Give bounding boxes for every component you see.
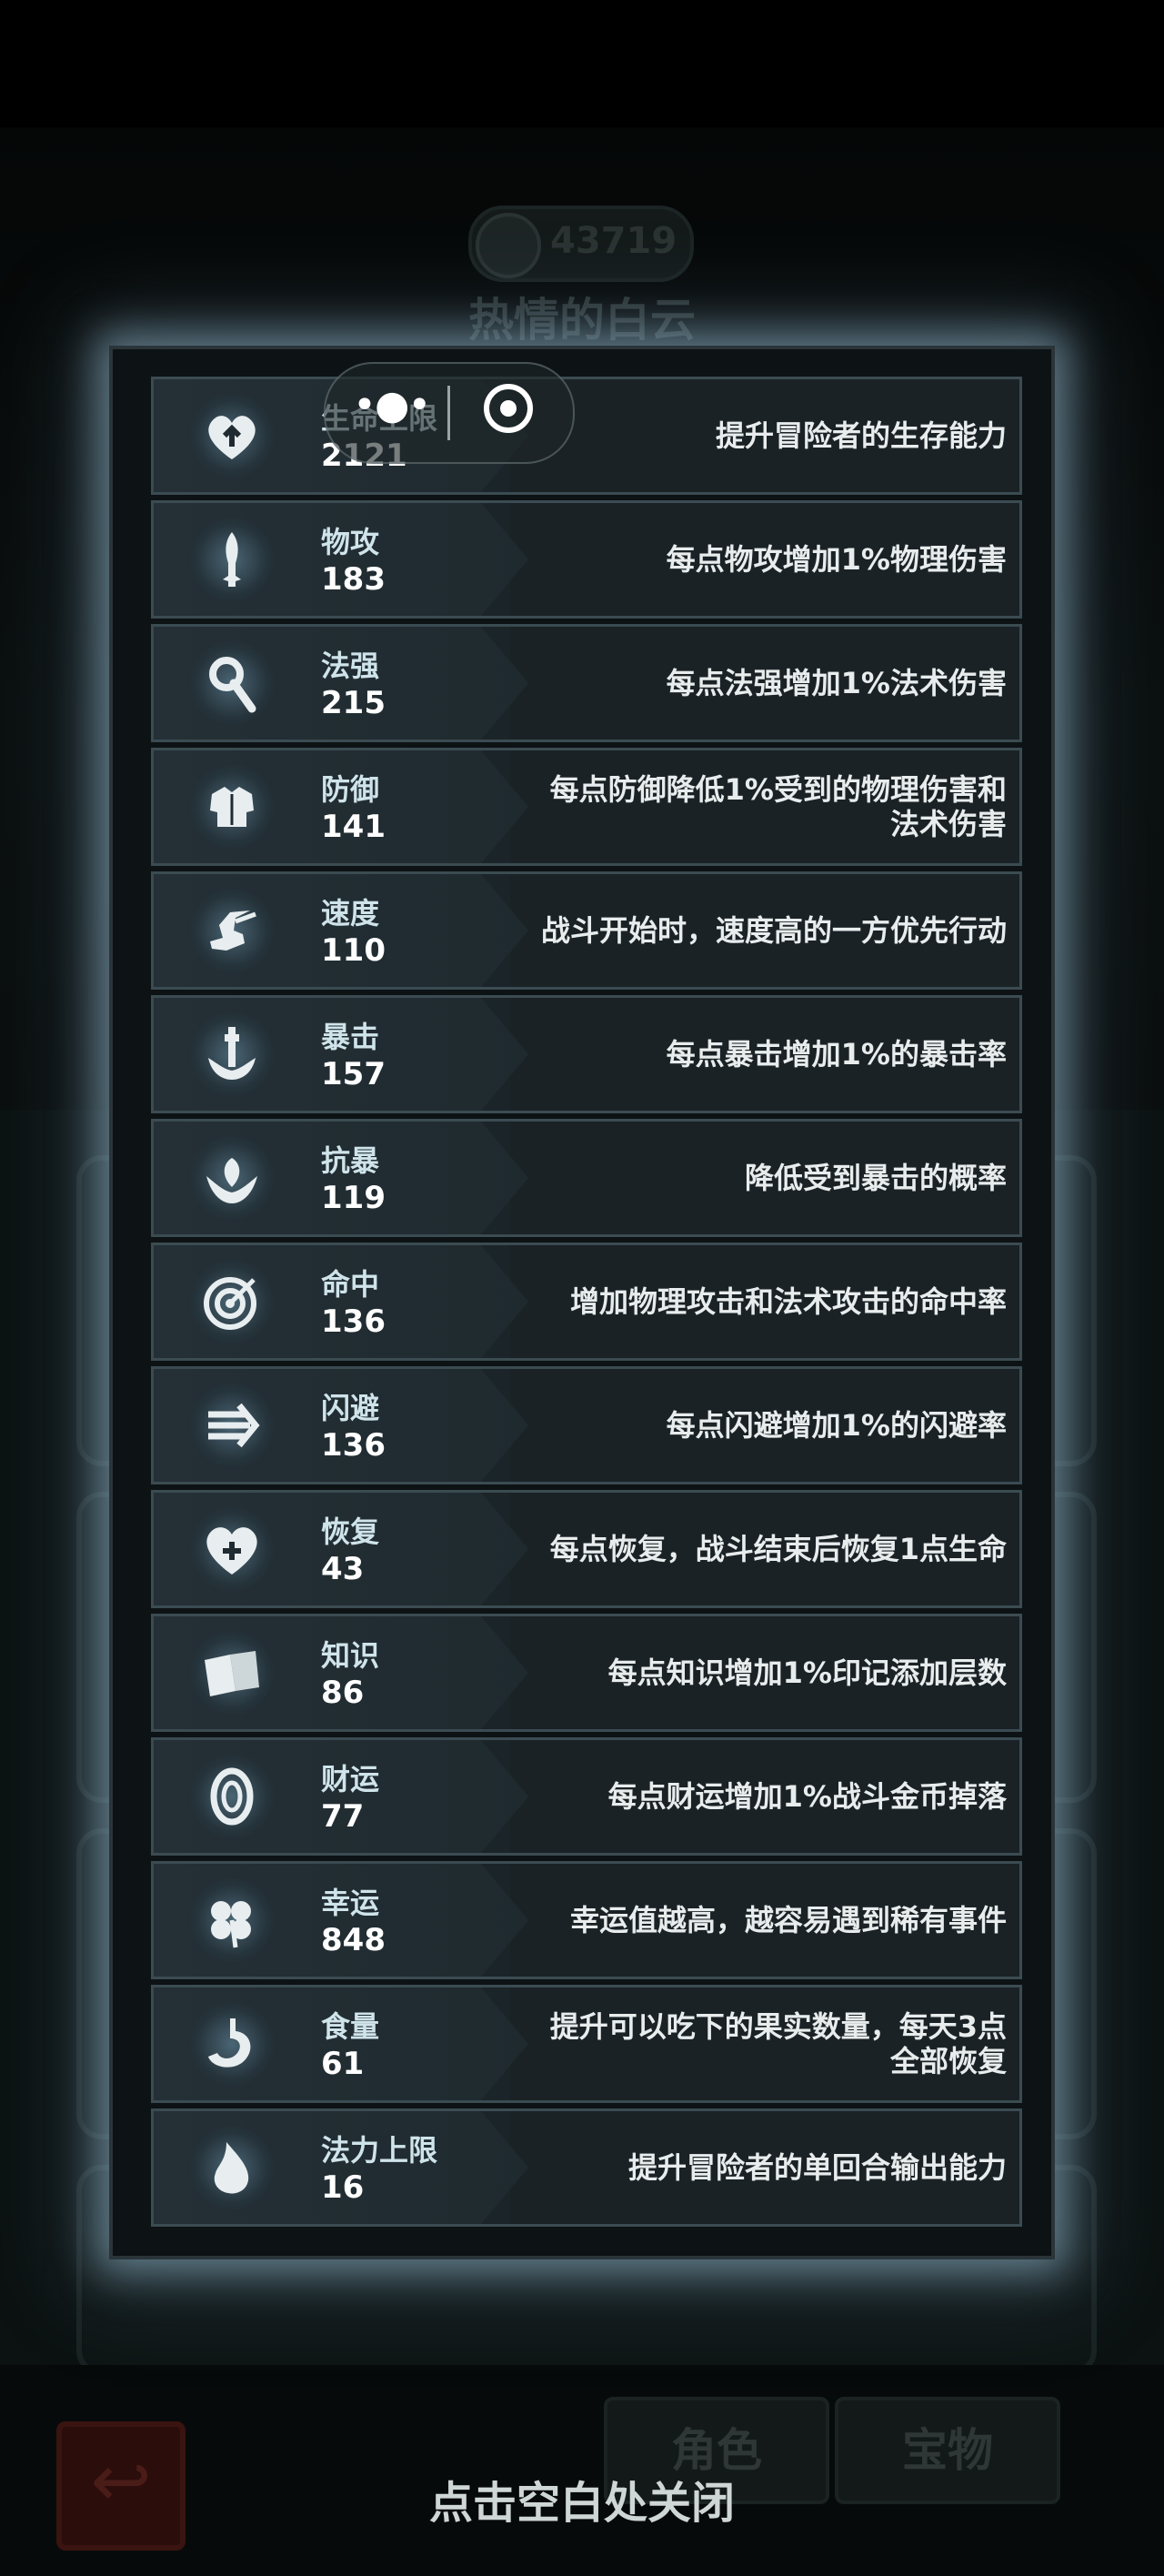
stat-value: 141 xyxy=(321,809,386,845)
stat-description-text: 每点财运增加1%战斗金币掉落 xyxy=(607,1779,1007,1814)
stat-value: 136 xyxy=(321,1303,386,1340)
coin-icon xyxy=(476,213,541,278)
stat-row: 命中 136 增加物理攻击和法术攻击的命中率 xyxy=(151,1243,1022,1361)
stat-description-text: 每点物攻增加1%物理伤害 xyxy=(666,542,1007,577)
close-miniprogram-icon[interactable] xyxy=(484,384,533,433)
more-menu-icon[interactable]: •●• xyxy=(353,378,431,433)
stat-description-text: 每点知识增加1%印记添加层数 xyxy=(607,1655,1007,1690)
stat-description: 提升冒险者的生存能力 xyxy=(534,379,1007,492)
stat-description-text: 提升冒险者的单回合输出能力 xyxy=(627,2150,1007,2185)
stat-name: 恢复 xyxy=(321,1514,380,1549)
capsule-divider xyxy=(447,386,450,440)
stat-description: 降低受到暴击的概率 xyxy=(534,1122,1007,1234)
stat-row: 食量 61 提升可以吃下的果实数量，每天3点全部恢复 xyxy=(151,1985,1022,2103)
stat-description-text: 提升可以吃下的果实数量，每天3点全部恢复 xyxy=(549,2009,1007,2078)
stat-name: 物攻 xyxy=(321,525,380,559)
heart-arrow-icon xyxy=(190,394,274,478)
dodge-arrows-icon xyxy=(190,1384,274,1467)
stat-description: 每点恢复，战斗结束后恢复1点生命 xyxy=(534,1493,1007,1605)
stat-description-text: 每点闪避增加1%的闪避率 xyxy=(666,1408,1007,1443)
stat-name: 闪避 xyxy=(321,1391,380,1425)
clover-icon xyxy=(190,1878,274,1962)
stat-value: 183 xyxy=(321,561,386,598)
stat-row: 物攻 183 每点物攻增加1%物理伤害 xyxy=(151,500,1022,619)
stat-value: 43 xyxy=(321,1551,365,1587)
stat-value: 215 xyxy=(321,685,386,721)
stat-description: 每点防御降低1%受到的物理伤害和法术伤害 xyxy=(534,750,1007,863)
stat-value: 16 xyxy=(321,2169,365,2206)
stat-row: 抗暴 119 降低受到暴击的概率 xyxy=(151,1119,1022,1237)
stat-value: 110 xyxy=(321,932,386,969)
stat-description: 提升可以吃下的果实数量，每天3点全部恢复 xyxy=(534,1987,1007,2100)
sword-icon xyxy=(190,518,274,601)
stat-description: 战斗开始时，速度高的一方优先行动 xyxy=(534,874,1007,987)
stat-name: 命中 xyxy=(321,1267,380,1302)
miniprogram-capsule: •●• xyxy=(324,362,575,464)
stat-name: 知识 xyxy=(321,1638,380,1673)
stat-row: 法强 215 每点法强增加1%法术伤害 xyxy=(151,624,1022,742)
stat-row: 知识 86 每点知识增加1%印记添加层数 xyxy=(151,1614,1022,1732)
stat-row: 速度 110 战斗开始时，速度高的一方优先行动 xyxy=(151,871,1022,990)
stat-description: 每点法强增加1%法术伤害 xyxy=(534,627,1007,740)
stat-value: 77 xyxy=(321,1798,365,1835)
stat-description: 增加物理攻击和法术攻击的命中率 xyxy=(534,1245,1007,1358)
stat-name: 防御 xyxy=(321,772,380,807)
critical-strike-icon xyxy=(190,1012,274,1096)
stat-value: 61 xyxy=(321,2046,365,2082)
stat-row: 闪避 136 每点闪避增加1%的闪避率 xyxy=(151,1366,1022,1484)
stat-description-text: 降低受到暴击的概率 xyxy=(744,1161,1007,1195)
coin-count: 43719 xyxy=(550,220,677,262)
stat-description-text: 战斗开始时，速度高的一方优先行动 xyxy=(540,913,1007,948)
stat-row: 幸运 848 幸运值越高，越容易遇到稀有事件 xyxy=(151,1861,1022,1979)
stat-description-text: 提升冒险者的生存能力 xyxy=(715,418,1007,453)
stat-description-text: 每点暴击增加1%的暴击率 xyxy=(666,1037,1007,1072)
book-icon xyxy=(190,1631,274,1715)
heart-plus-icon xyxy=(190,1507,274,1591)
stat-description: 幸运值越高，越容易遇到稀有事件 xyxy=(534,1864,1007,1977)
stat-name: 法力上限 xyxy=(321,2133,438,2168)
stat-row: 财运 77 每点财运增加1%战斗金币掉落 xyxy=(151,1737,1022,1856)
stat-name: 幸运 xyxy=(321,1886,380,1920)
stat-value: 86 xyxy=(321,1675,365,1711)
stat-description-text: 每点防御降低1%受到的物理伤害和法术伤害 xyxy=(549,772,1007,841)
stat-name: 食量 xyxy=(321,2009,380,2044)
stat-name: 抗暴 xyxy=(321,1143,380,1178)
stat-description: 每点暴击增加1%的暴击率 xyxy=(534,998,1007,1111)
stat-description-text: 每点恢复，战斗结束后恢复1点生命 xyxy=(549,1532,1007,1566)
stat-name: 速度 xyxy=(321,896,380,931)
character-name: 热情的白云 xyxy=(468,294,696,347)
magic-staff-icon xyxy=(190,641,274,725)
stat-name: 财运 xyxy=(321,1762,380,1796)
stat-name: 法强 xyxy=(321,649,380,683)
crit-resist-icon xyxy=(190,1136,274,1220)
stat-value: 136 xyxy=(321,1427,386,1464)
mana-drop-icon xyxy=(190,2126,274,2209)
stat-value: 848 xyxy=(321,1922,386,1958)
target-icon xyxy=(190,1260,274,1343)
coin-counter: 43719 xyxy=(468,206,694,282)
stat-value: 119 xyxy=(321,1180,386,1216)
stat-description: 每点知识增加1%印记添加层数 xyxy=(534,1616,1007,1729)
coin-icon xyxy=(190,1755,274,1838)
stomach-icon xyxy=(190,2002,274,2086)
stat-row: 防御 141 每点防御降低1%受到的物理伤害和法术伤害 xyxy=(151,748,1022,866)
stats-panel: 生命上限2121提升冒险者的生存能力物攻183 每点物攻增加1%物理伤害法强215… xyxy=(109,346,1055,2259)
stat-description-text: 幸运值越高，越容易遇到稀有事件 xyxy=(569,1903,1007,1937)
winged-boot-icon xyxy=(190,889,274,972)
armor-icon xyxy=(190,765,274,849)
stat-row: 暴击 157 每点暴击增加1%的暴击率 xyxy=(151,995,1022,1113)
stat-row: 法力上限 16 提升冒险者的单回合输出能力 xyxy=(151,2108,1022,2227)
stat-value: 157 xyxy=(321,1056,386,1092)
stat-row: 生命上限2121提升冒险者的生存能力 xyxy=(151,377,1022,495)
stat-description: 每点财运增加1%战斗金币掉落 xyxy=(534,1740,1007,1853)
stats-list: 生命上限2121提升冒险者的生存能力物攻183 每点物攻增加1%物理伤害法强215… xyxy=(151,377,1022,2232)
stat-description: 每点闪避增加1%的闪避率 xyxy=(534,1369,1007,1482)
stat-description: 每点物攻增加1%物理伤害 xyxy=(534,503,1007,616)
stat-description-text: 每点法强增加1%法术伤害 xyxy=(666,666,1007,700)
stat-description-text: 增加物理攻击和法术攻击的命中率 xyxy=(569,1284,1007,1319)
close-hint[interactable]: 点击空白处关闭 xyxy=(0,2467,1164,2531)
stat-name: 暴击 xyxy=(321,1020,380,1054)
stat-row: 恢复 43 每点恢复，战斗结束后恢复1点生命 xyxy=(151,1490,1022,1608)
stat-description: 提升冒险者的单回合输出能力 xyxy=(534,2111,1007,2224)
